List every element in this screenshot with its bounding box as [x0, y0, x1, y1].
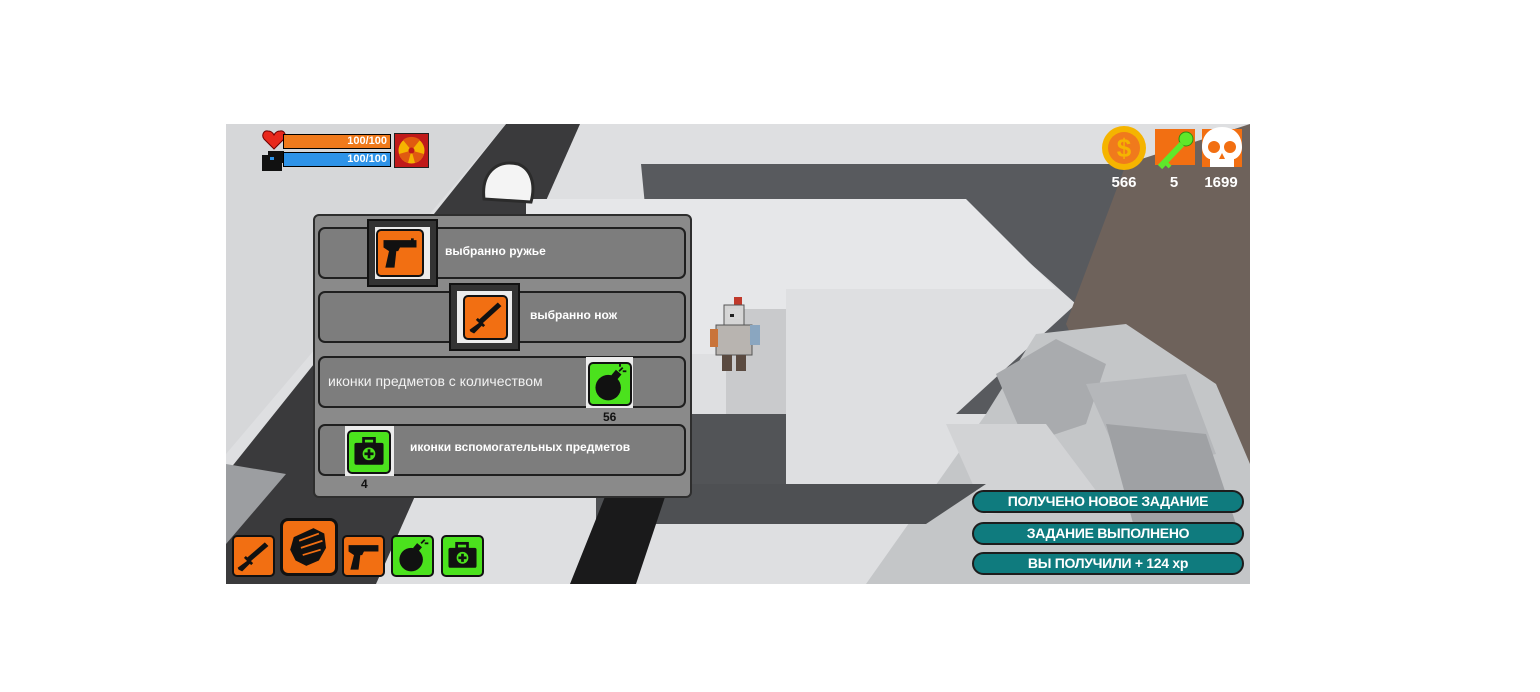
health-bar: 100/100 [283, 134, 391, 149]
hotbar-fist-button[interactable] [280, 518, 338, 576]
pistol-icon [348, 545, 379, 570]
knife-slot[interactable] [449, 283, 520, 351]
row2-text: выбранно нож [530, 308, 618, 322]
fist-icon [290, 528, 327, 566]
coin-icon: $ [1100, 124, 1148, 172]
medkit-icon [347, 430, 391, 474]
armor-text: 100/100 [347, 153, 387, 165]
bomb-quantity: 56 [603, 410, 617, 424]
row1-text: выбранно ружье [445, 244, 546, 258]
armor-bar: 100/100 [283, 152, 391, 167]
coin-counter: 566 [1111, 174, 1137, 191]
medkit-quantity: 4 [361, 477, 368, 491]
skull-icon [1200, 125, 1244, 171]
pistol-slot[interactable] [367, 219, 438, 287]
knife-icon [237, 542, 269, 572]
bomb-icon [588, 362, 632, 406]
pistol-icon [376, 229, 424, 277]
notification-quest-complete: ЗАДАНИЕ ВЫПОЛНЕНО [972, 522, 1244, 545]
knife-icon [463, 295, 508, 340]
radiation-icon [394, 133, 429, 168]
notification-xp-gained: ВЫ ПОЛУЧИЛИ + 124 xp [972, 552, 1244, 575]
kill-counter: 1699 [1204, 174, 1238, 191]
notification-new-quest: ПОЛУЧЕНО НОВОЕ ЗАДАНИЕ [972, 490, 1244, 513]
key-counter: 5 [1169, 174, 1179, 191]
svg-text:$: $ [1117, 133, 1132, 163]
key-icon [1155, 129, 1197, 171]
row4-text: иконки вспомогательных предметов [410, 440, 631, 454]
hotbar-bomb-button[interactable] [391, 535, 434, 577]
bomb-slot[interactable] [586, 357, 633, 408]
medkit-slot[interactable] [345, 426, 394, 476]
medkit-icon [448, 541, 477, 568]
hotbar-medkit-button[interactable] [441, 535, 484, 577]
hotbar-knife-button[interactable] [232, 535, 275, 577]
hotbar-pistol-button[interactable] [342, 535, 385, 577]
row3-text: иконки предметов с количеством [328, 373, 543, 389]
bomb-icon [399, 539, 429, 572]
health-text: 100/100 [347, 135, 387, 147]
